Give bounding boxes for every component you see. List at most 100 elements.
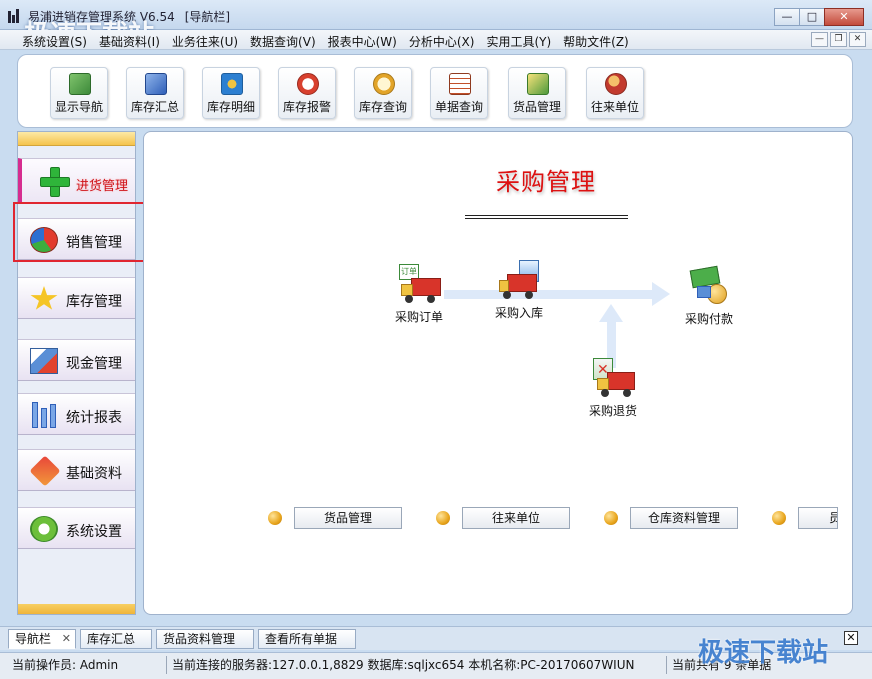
purchase-inbound-truck-icon (497, 260, 541, 300)
menu-analysis-center[interactable]: 分析中心(X) (403, 32, 481, 51)
link-employee-button[interactable]: 员 (798, 507, 838, 529)
cash-chart-icon (30, 348, 58, 374)
tab-close-icon[interactable]: ✕ (62, 630, 71, 648)
status-separator (666, 656, 667, 674)
toolbar: 显示导航 库存汇总 库存明细 库存报警 库存查询 单据查询 货品管理 往来单位 (17, 54, 853, 128)
toolbar-button-label: 库存查询 (358, 100, 407, 114)
tab-navigation[interactable]: 导航栏 ✕ (8, 629, 76, 649)
menu-report-center[interactable]: 报表中心(W) (322, 32, 403, 51)
menu-help[interactable]: 帮助文件(Z) (557, 32, 635, 51)
watermark-bottom-right: 极速下载站 (698, 638, 829, 668)
flow-purchase-payment[interactable]: 采购付款 (678, 265, 740, 327)
status-separator (166, 656, 167, 674)
star-icon (30, 286, 58, 310)
tabbar-close-button[interactable]: ✕ (844, 631, 858, 645)
toolbar-document-query-button[interactable]: 单据查询 (430, 67, 488, 119)
mdi-controls: — ❐ ✕ (809, 32, 866, 47)
nav-item-label: 统计报表 (66, 410, 122, 426)
tab-label: 查看所有单据 (265, 632, 338, 646)
mdi-restore-button[interactable]: ❐ (830, 32, 847, 47)
nav-item-purchase[interactable]: 进货管理 (18, 158, 135, 204)
bullet-icon (268, 511, 282, 525)
toolbar-button-label: 库存报警 (282, 100, 331, 114)
toolbar-button-label: 库存汇总 (130, 100, 179, 114)
mdi-close-button[interactable]: ✕ (849, 32, 866, 47)
brush-icon (29, 455, 61, 487)
nav-item-cash[interactable]: 现金管理 (18, 339, 135, 381)
menu-tools[interactable]: 实用工具(Y) (480, 32, 557, 51)
mdi-minimize-button[interactable]: — (811, 32, 828, 47)
title-rule-bottom (465, 218, 628, 219)
menu-basic-data[interactable]: 基础资料(I) (93, 32, 166, 51)
nav-item-label: 现金管理 (66, 356, 122, 372)
flow-label-payment: 采购付款 (684, 312, 733, 326)
nav-item-basic-data[interactable]: 基础资料 (18, 449, 135, 491)
gear-icon (30, 516, 58, 542)
money-coins-icon (687, 265, 731, 306)
main-panel: 采购管理 订单 采购订单 采购入库 采购付款 ✕ 采购退货 货品管理 往来单位 … (143, 131, 853, 615)
app-logo-icon (8, 9, 22, 23)
window-title-tag: [导航栏] (184, 10, 231, 24)
tab-view-all-documents[interactable]: 查看所有单据 (258, 629, 356, 649)
bullet-icon (772, 511, 786, 525)
toolbar-stock-summary-button[interactable]: 库存汇总 (126, 67, 184, 119)
flow-label-order: 采购订单 (394, 310, 443, 324)
tab-goods-data-management[interactable]: 货品资料管理 (156, 629, 254, 649)
bar-chart-icon (145, 73, 167, 95)
purchase-order-truck-icon: 订单 (397, 264, 441, 304)
panel-title: 采购管理 (496, 168, 596, 196)
nav-item-label: 库存管理 (66, 294, 122, 310)
menu-system-settings[interactable]: 系统设置(S) (16, 32, 93, 51)
minimize-button[interactable]: — (774, 8, 800, 26)
purchase-return-truck-icon: ✕ (591, 358, 635, 398)
close-button[interactable]: ✕ (824, 8, 864, 26)
window-controls: — □ ✕ (774, 8, 864, 26)
navigation-grid-icon (69, 73, 91, 95)
nav-item-label: 系统设置 (66, 524, 122, 540)
tab-label: 库存汇总 (87, 632, 136, 646)
flow-purchase-inbound[interactable]: 采购入库 (488, 260, 550, 321)
selection-highlight-box (13, 202, 148, 262)
status-connection: 当前连接的服务器:127.0.0.1,8829 数据库:sqljxc654 本机… (172, 658, 635, 672)
pie-window-icon (221, 73, 243, 95)
flow-label-return: 采购退货 (588, 404, 637, 418)
goods-box-icon (527, 73, 549, 95)
bullet-icon (436, 511, 450, 525)
nav-item-label: 基础资料 (66, 466, 122, 482)
flow-purchase-order[interactable]: 订单 采购订单 (388, 264, 450, 325)
maximize-button[interactable]: □ (799, 8, 825, 26)
nav-item-reports[interactable]: 统计报表 (18, 393, 135, 435)
toolbar-stock-alarm-button[interactable]: 库存报警 (278, 67, 336, 119)
toolbar-stock-query-button[interactable]: 库存查询 (354, 67, 412, 119)
link-goods-management-button[interactable]: 货品管理 (294, 507, 402, 529)
menu-data-query[interactable]: 数据查询(V) (244, 32, 322, 51)
bar-stats-icon (30, 402, 58, 428)
toolbar-button-label: 往来单位 (590, 100, 639, 114)
toolbar-goods-management-button[interactable]: 货品管理 (508, 67, 566, 119)
menu-items: 系统设置(S) 基础资料(I) 业务往来(U) 数据查询(V) 报表中心(W) … (16, 32, 635, 51)
green-plus-icon (40, 167, 70, 197)
toolbar-partners-button[interactable]: 往来单位 (586, 67, 644, 119)
toolbar-button-label: 库存明细 (206, 100, 255, 114)
nav-item-label: 进货管理 (76, 179, 129, 194)
link-partners-button[interactable]: 往来单位 (462, 507, 570, 529)
nav-bottom-bar (18, 604, 135, 614)
toolbar-show-navigation-button[interactable]: 显示导航 (50, 67, 108, 119)
tab-stock-summary[interactable]: 库存汇总 (80, 629, 152, 649)
bullet-icon (604, 511, 618, 525)
toolbar-stock-detail-button[interactable]: 库存明细 (202, 67, 260, 119)
nav-item-inventory[interactable]: 库存管理 (18, 277, 135, 319)
flow-arrow-vertical-head (599, 304, 623, 322)
toolbar-button-label: 单据查询 (434, 100, 483, 114)
title-rule-top (465, 215, 628, 216)
nav-item-system-settings[interactable]: 系统设置 (18, 507, 135, 549)
alarm-clock-icon (297, 73, 319, 95)
toolbar-button-label: 货品管理 (512, 100, 561, 114)
toolbar-button-label: 显示导航 (54, 100, 103, 114)
link-warehouse-management-button[interactable]: 仓库资料管理 (630, 507, 738, 529)
menu-bar: 系统设置(S) 基础资料(I) 业务往来(U) 数据查询(V) 报表中心(W) … (0, 30, 872, 50)
magnifier-icon (373, 73, 395, 95)
people-icon (605, 73, 627, 95)
menu-business[interactable]: 业务往来(U) (166, 32, 244, 51)
flow-purchase-return[interactable]: ✕ 采购退货 (582, 358, 644, 419)
